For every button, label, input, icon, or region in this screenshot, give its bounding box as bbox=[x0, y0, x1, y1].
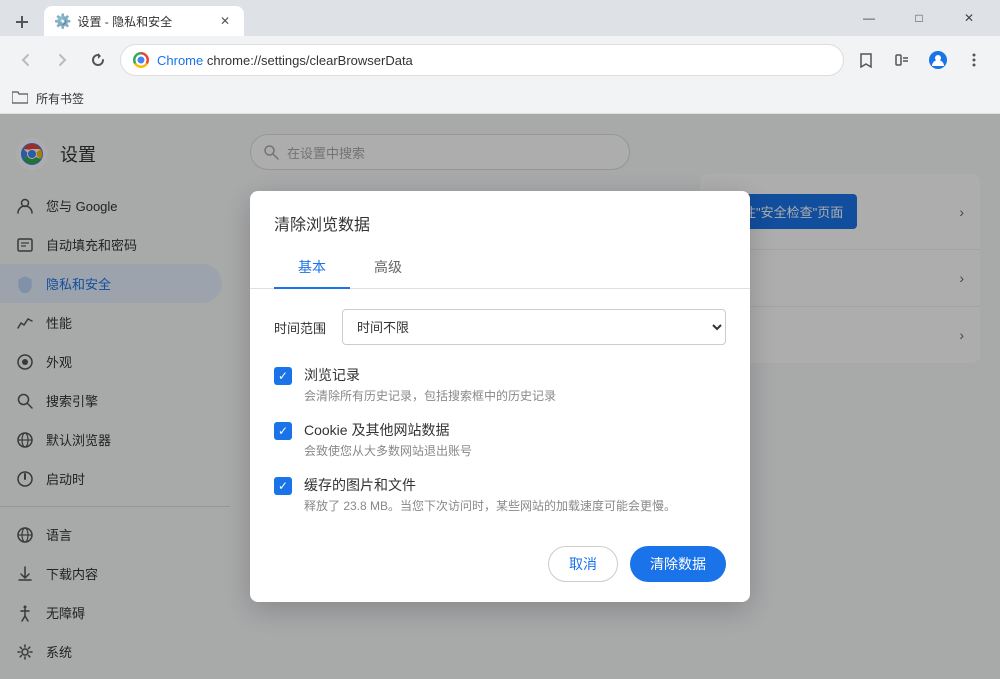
checkbox-main-label: 浏览记录 bbox=[304, 365, 556, 385]
checkbox-browsing-history-check[interactable]: ✓ bbox=[274, 367, 292, 385]
tab-basic[interactable]: 基本 bbox=[274, 247, 350, 289]
bookmarks-bar: 所有书签 bbox=[0, 84, 1000, 114]
url-bar[interactable]: Chrome chrome://settings/clearBrowserDat… bbox=[120, 44, 844, 76]
bookmark-button[interactable] bbox=[852, 46, 880, 74]
url-text: Chrome chrome://settings/clearBrowserDat… bbox=[157, 53, 831, 68]
dialog-body: 时间范围 过去1小时 过去24小时 过去7天 过去4周 时间不限 ✓ 浏览记录 … bbox=[250, 289, 750, 534]
chrome-logo-icon bbox=[133, 52, 149, 68]
clear-browsing-data-dialog: 清除浏览数据 基本 高级 时间范围 过去1小时 过去24小时 过去7天 过去4周… bbox=[250, 191, 750, 602]
reload-button[interactable] bbox=[84, 46, 112, 74]
back-button[interactable] bbox=[12, 46, 40, 74]
dialog-title: 清除浏览数据 bbox=[250, 191, 750, 247]
checkbox-sub-label: 释放了 23.8 MB。当您下次访问时，某些网站的加载速度可能会更慢。 bbox=[304, 497, 676, 514]
checkbox-cache[interactable]: ✓ 缓存的图片和文件 释放了 23.8 MB。当您下次访问时，某些网站的加载速度… bbox=[274, 475, 726, 514]
cancel-button[interactable]: 取消 bbox=[548, 546, 618, 582]
checkbox-cache-text: 缓存的图片和文件 释放了 23.8 MB。当您下次访问时，某些网站的加载速度可能… bbox=[304, 475, 676, 514]
checkbox-main-label: 缓存的图片和文件 bbox=[304, 475, 676, 495]
checkbox-browsing-history-text: 浏览记录 会清除所有历史记录，包括搜索框中的历史记录 bbox=[304, 365, 556, 404]
tab-title: 设置 - 隐私和安全 bbox=[77, 13, 210, 30]
tab-advanced[interactable]: 高级 bbox=[350, 247, 426, 289]
checkbox-cache-check[interactable]: ✓ bbox=[274, 477, 292, 495]
bookmarks-bar-item[interactable]: 所有书签 bbox=[32, 88, 88, 109]
new-tab-button[interactable] bbox=[8, 8, 36, 36]
time-range-label: 时间范围 bbox=[274, 318, 326, 337]
tab-bar: ⚙️ 设置 - 隐私和安全 ✕ bbox=[8, 0, 846, 36]
address-bar: Chrome chrome://settings/clearBrowserDat… bbox=[0, 36, 1000, 84]
time-range-select[interactable]: 过去1小时 过去24小时 过去7天 过去4周 时间不限 bbox=[342, 309, 726, 345]
tab-close-button[interactable]: ✕ bbox=[216, 12, 234, 30]
clear-data-button[interactable]: 清除数据 bbox=[630, 546, 726, 582]
checkbox-cookies-check[interactable]: ✓ bbox=[274, 422, 292, 440]
checkbox-cookies[interactable]: ✓ Cookie 及其他网站数据 会致使您从大多数网站退出账号 bbox=[274, 420, 726, 459]
checkbox-cookies-text: Cookie 及其他网站数据 会致使您从大多数网站退出账号 bbox=[304, 420, 472, 459]
dialog-tabs: 基本 高级 bbox=[250, 247, 750, 289]
forward-button[interactable] bbox=[48, 46, 76, 74]
profile-button[interactable] bbox=[924, 46, 952, 74]
menu-button[interactable] bbox=[960, 46, 988, 74]
active-tab[interactable]: ⚙️ 设置 - 隐私和安全 ✕ bbox=[44, 6, 244, 36]
checkbox-sub-label: 会清除所有历史记录，包括搜索框中的历史记录 bbox=[304, 387, 556, 404]
main-content: 设置 您与 Google 自动填充和密码 隐私和安全 性能 bbox=[0, 114, 1000, 679]
tab-favicon: ⚙️ bbox=[54, 13, 71, 30]
checkbox-sub-label: 会致使您从大多数网站退出账号 bbox=[304, 442, 472, 459]
window-controls: — □ ✕ bbox=[846, 3, 992, 33]
sidebar-button[interactable] bbox=[888, 46, 916, 74]
dialog-overlay: 清除浏览数据 基本 高级 时间范围 过去1小时 过去24小时 过去7天 过去4周… bbox=[0, 114, 1000, 679]
minimize-button[interactable]: — bbox=[846, 3, 892, 33]
close-window-button[interactable]: ✕ bbox=[946, 3, 992, 33]
maximize-button[interactable]: □ bbox=[896, 3, 942, 33]
time-range-row: 时间范围 过去1小时 过去24小时 过去7天 过去4周 时间不限 bbox=[274, 309, 726, 345]
title-bar: ⚙️ 设置 - 隐私和安全 ✕ — □ ✕ bbox=[0, 0, 1000, 36]
dialog-footer: 取消 清除数据 bbox=[250, 534, 750, 602]
checkbox-main-label: Cookie 及其他网站数据 bbox=[304, 420, 472, 440]
checkbox-browsing-history[interactable]: ✓ 浏览记录 会清除所有历史记录，包括搜索框中的历史记录 bbox=[274, 365, 726, 404]
bookmarks-folder-icon bbox=[12, 90, 28, 107]
